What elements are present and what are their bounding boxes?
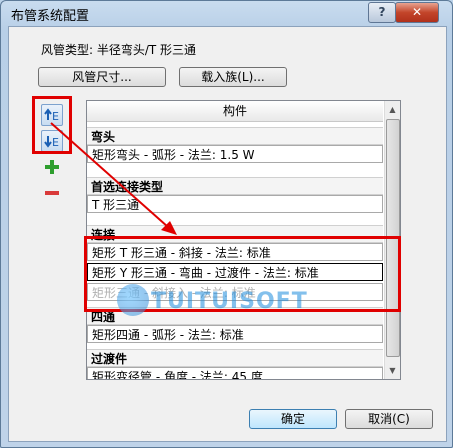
- cancel-button[interactable]: 取消(C): [345, 409, 433, 429]
- annotation-arrow: [50, 122, 177, 235]
- watermark-logo: [117, 284, 149, 316]
- watermark-text: TUITUISOFT: [151, 289, 308, 314]
- dialog-body: 风管类型: 半径弯头/T 形三通 风管尺寸... 载入族(L)... E E 构…: [8, 26, 447, 442]
- help-button[interactable]: ?: [368, 2, 396, 23]
- title-bar: 布管系统配置 ? ✕: [1, 1, 452, 25]
- window-title: 布管系统配置: [11, 9, 90, 24]
- dialog-window: 布管系统配置 ? ✕ 风管类型: 半径弯头/T 形三通 风管尺寸... 载入族(…: [0, 0, 453, 448]
- close-button[interactable]: ✕: [395, 2, 439, 23]
- ok-button[interactable]: 确定: [249, 409, 337, 429]
